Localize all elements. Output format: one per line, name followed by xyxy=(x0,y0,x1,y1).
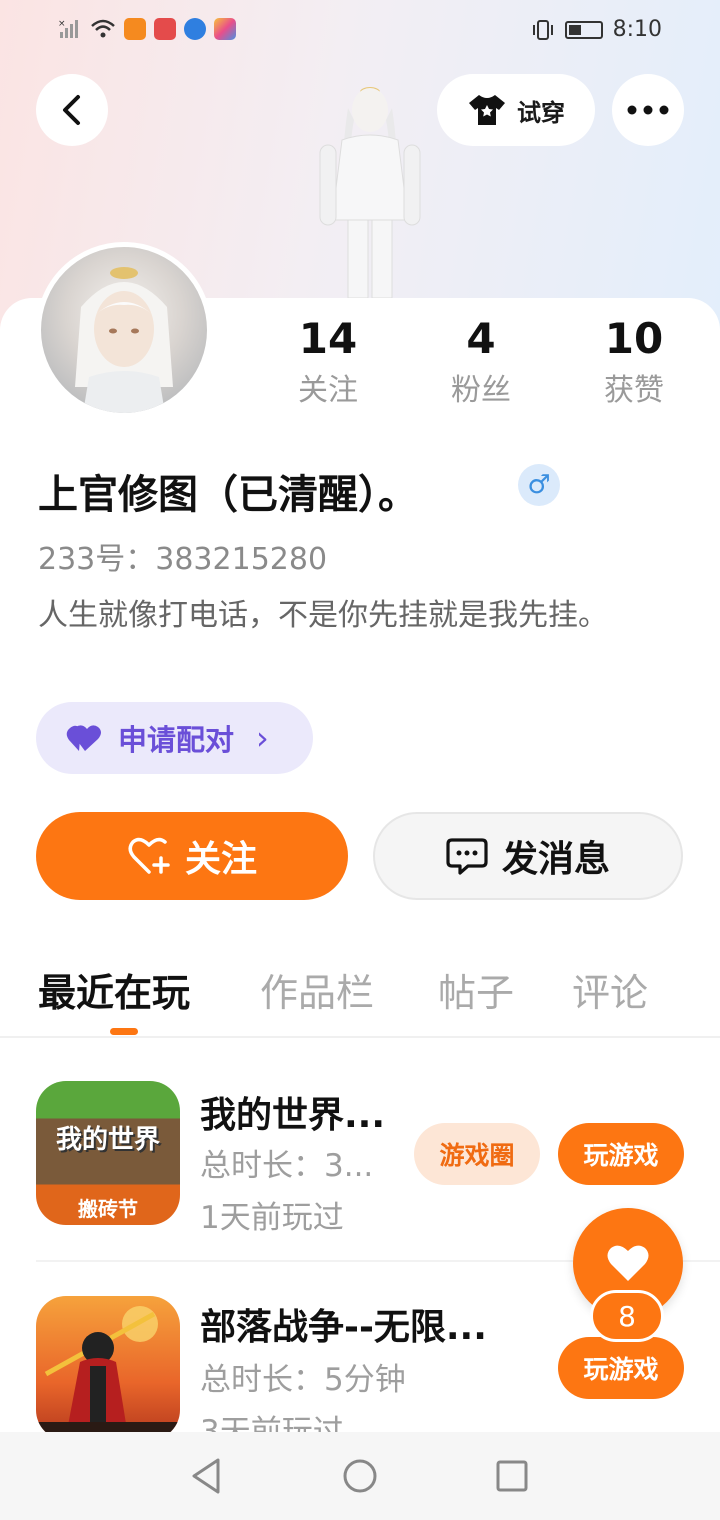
stat-likes[interactable]: 10 获赞 xyxy=(564,312,704,416)
game-icon-illustration xyxy=(36,1306,180,1440)
stat-following-count: 14 xyxy=(298,314,358,363)
back-button[interactable] xyxy=(36,74,108,146)
heart-icon xyxy=(66,725,101,751)
nav-back-icon[interactable] xyxy=(188,1456,224,1496)
heart-icon xyxy=(607,1245,649,1281)
stat-followers[interactable]: 4 粉丝 xyxy=(411,312,551,416)
signal-icon: × xyxy=(58,19,78,38)
game-icon-clash xyxy=(36,1296,180,1440)
male-icon: ♂ xyxy=(527,470,551,500)
try-on-button[interactable]: 试穿 xyxy=(437,74,595,146)
stat-likes-count: 10 xyxy=(604,314,664,363)
nav-home-icon[interactable] xyxy=(341,1456,379,1496)
app-notification-icon xyxy=(124,18,146,40)
app-notification-icon xyxy=(154,18,176,40)
tabs-divider xyxy=(0,1036,720,1038)
app-notification-icon xyxy=(184,18,206,40)
profile-tabs: 最近在玩 作品栏 帖子 评论 xyxy=(38,962,698,1022)
chevron-right-icon: › xyxy=(256,719,269,757)
like-count-badge: 8 xyxy=(590,1290,664,1342)
follow-button[interactable]: 关注 xyxy=(36,812,348,900)
status-right: 8:10 xyxy=(531,17,662,42)
active-tab-indicator xyxy=(110,1028,138,1035)
avatar-illustration xyxy=(75,267,173,413)
more-options-button[interactable] xyxy=(612,74,684,146)
play-game-button[interactable]: 玩游戏 xyxy=(558,1337,684,1399)
back-icon xyxy=(63,95,80,125)
avatar[interactable] xyxy=(36,242,212,418)
status-time: 8:10 xyxy=(612,17,662,42)
stat-followers-count: 4 xyxy=(466,314,496,363)
game-name: 我的世界... xyxy=(200,1095,386,1136)
game-circle-button[interactable]: 游戏圈 xyxy=(414,1123,540,1185)
game-duration: 总时长：5分钟 xyxy=(200,1362,406,1398)
wifi-icon xyxy=(91,19,115,38)
request-pair-button[interactable]: 申请配对 › xyxy=(36,702,313,774)
profile-nickname: 上官修图（已清醒）。 xyxy=(38,472,418,518)
status-bar: × 8:10 xyxy=(0,0,720,62)
status-left-icons: × xyxy=(58,18,236,40)
user-id: 233号：383215280 xyxy=(38,542,328,577)
try-on-label: 试穿 xyxy=(517,98,565,127)
profile-bio: 人生就像打电话，不是你先挂就是我先挂。 xyxy=(38,598,608,633)
follow-label: 关注 xyxy=(184,839,257,880)
avatar-figure-illustration xyxy=(319,87,421,299)
tab-posts[interactable]: 帖子 xyxy=(438,962,514,1017)
battery-icon xyxy=(564,20,603,39)
send-message-label: 发消息 xyxy=(501,839,610,880)
game-icon-minecraft: 我的世界 搬砖节 xyxy=(36,1081,180,1225)
gender-badge: ♂ xyxy=(518,464,560,506)
system-navigation-bar xyxy=(0,1432,720,1520)
game-icon-subtitle: 搬砖节 xyxy=(78,1197,138,1221)
chat-icon xyxy=(446,838,488,875)
more-icon xyxy=(627,105,669,115)
svg-text:×: × xyxy=(58,19,66,29)
stat-following[interactable]: 14 关注 xyxy=(258,312,398,416)
game-last-played: 1天前玩过 xyxy=(200,1200,344,1236)
tab-works[interactable]: 作品栏 xyxy=(260,962,374,1017)
game-duration: 总时长：3... xyxy=(200,1148,374,1184)
game-icon-title: 我的世界 xyxy=(55,1125,160,1155)
vibrate-icon xyxy=(532,19,553,40)
tab-recent-played[interactable]: 最近在玩 xyxy=(38,962,190,1017)
nav-recents-icon[interactable] xyxy=(494,1456,530,1496)
tshirt-icon xyxy=(469,95,505,125)
stat-followers-label: 粉丝 xyxy=(451,373,511,408)
tab-comments[interactable]: 评论 xyxy=(572,962,648,1017)
send-message-button[interactable]: 发消息 xyxy=(373,812,683,900)
game-name: 部落战争--无限... xyxy=(200,1307,487,1348)
play-game-button[interactable]: 玩游戏 xyxy=(558,1123,684,1185)
app-notification-icon xyxy=(214,18,236,40)
request-pair-label: 申请配对 xyxy=(118,723,235,757)
stat-following-label: 关注 xyxy=(298,373,358,408)
stat-likes-label: 获赞 xyxy=(604,373,664,408)
heart-plus-icon xyxy=(128,837,170,874)
